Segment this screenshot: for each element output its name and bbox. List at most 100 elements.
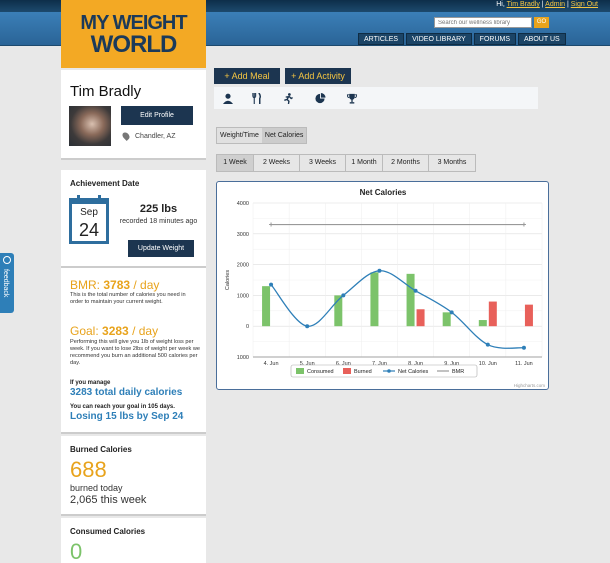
logo-line-2: WORLD	[90, 31, 178, 58]
calendar-month: Sep	[80, 207, 98, 218]
feedback-label: feedback	[2, 269, 9, 298]
range-3-months[interactable]: 3 Months	[429, 155, 475, 171]
if-manage-text: If you manage	[70, 380, 111, 386]
range-1-month[interactable]: 1 Month	[346, 155, 383, 171]
net-calories-point	[449, 310, 454, 315]
burned-today: burned today	[70, 483, 123, 493]
feedback-tab[interactable]: feedback	[0, 253, 14, 313]
feedback-icon	[3, 256, 11, 264]
profile-card: Tim Bradly Edit Profile Chandler, AZ	[61, 70, 206, 160]
admin-link[interactable]: Admin	[545, 1, 565, 8]
site-logo[interactable]: MY WEIGHT WORLD	[61, 0, 206, 68]
chart-toggle: Weight/Time Net Calories	[216, 127, 308, 144]
current-weight: 225 lbs	[139, 203, 178, 215]
range-2-weeks[interactable]: 2 Weeks	[254, 155, 300, 171]
net-calories-point	[521, 345, 526, 350]
legend-net-label: Net Calories	[398, 369, 429, 375]
toggle-weight-time[interactable]: Weight/Time	[217, 128, 262, 143]
edit-profile-button[interactable]: Edit Profile	[121, 106, 193, 125]
bmr-heading: BMR: 3783 / day	[70, 278, 159, 292]
fork-knife-icon[interactable]	[251, 93, 263, 104]
achievement-card: Achievement Date Sep 24 225 lbs recorded…	[61, 170, 206, 268]
net-calories-point	[269, 282, 274, 287]
signout-link[interactable]: Sign Out	[571, 1, 598, 8]
pie-chart-icon[interactable]	[314, 93, 326, 104]
y-axis-label: Calories	[225, 270, 231, 290]
bar-consumed	[406, 273, 415, 327]
losing-text: Losing 15 lbs by Sep 24	[70, 411, 184, 422]
bar-burned	[488, 301, 497, 327]
burned-week: 2,065 this week	[70, 494, 147, 506]
burned-title: Burned Calories	[70, 445, 132, 454]
achievement-title: Achievement Date	[70, 179, 140, 188]
bmr-point	[269, 222, 274, 227]
bar-burned	[416, 309, 425, 327]
legend-net-marker	[387, 369, 391, 373]
range-2-months[interactable]: 2 Months	[383, 155, 429, 171]
bar-consumed	[442, 312, 451, 327]
y-tick-label: 1000	[237, 355, 249, 361]
calendar-day: 24	[78, 220, 100, 240]
net-calories-point	[377, 268, 382, 273]
bmr-description: This is the total number of calories you…	[70, 292, 186, 305]
location-text: Chandler, AZ	[135, 132, 176, 140]
main-nav: ARTICLES VIDEO LIBRARY FORUMS ABOUT US	[358, 33, 566, 45]
location-pin-icon	[121, 131, 131, 141]
y-tick-label: 2000	[237, 263, 249, 269]
trophy-icon[interactable]	[346, 93, 358, 104]
runner-icon[interactable]	[282, 93, 294, 104]
legend-burned-swatch	[343, 368, 351, 374]
goal-description: Performing this will give you 1lb of wei…	[70, 339, 200, 366]
greeting: Hi,	[496, 1, 505, 8]
search-input[interactable]	[434, 17, 532, 28]
update-weight-button[interactable]: Update Weight	[128, 240, 194, 257]
user-link[interactable]: Tim Bradly	[507, 1, 540, 8]
calendar-rings	[77, 195, 101, 201]
add-activity-button[interactable]: + Add Activity	[285, 68, 351, 84]
range-3-weeks[interactable]: 3 Weeks	[300, 155, 346, 171]
chart-credit: Highcharts.com	[514, 383, 546, 388]
person-icon[interactable]	[222, 93, 234, 104]
net-calories-chart: Net Calories 4000 3000 2000 1000 0 1000 Calorie…	[216, 181, 549, 390]
bmr-unit: / day	[133, 278, 160, 292]
range-1-week[interactable]: 1 Week	[217, 155, 254, 171]
nav-video-library[interactable]: VIDEO LIBRARY	[406, 33, 472, 45]
calendar-icon: Sep 24	[69, 195, 109, 244]
x-tick-label: 10. Jun	[479, 361, 497, 367]
net-calories-point	[413, 288, 418, 293]
chart-svg: Net Calories 4000 3000 2000 1000 0 1000 Calorie…	[225, 188, 546, 388]
toggle-net-calories[interactable]: Net Calories	[261, 128, 307, 143]
nav-articles[interactable]: ARTICLES	[358, 33, 405, 45]
recorded-time: recorded 18 minutes ago	[119, 218, 198, 225]
goal-heading: Goal: 3283 / day	[70, 324, 158, 338]
add-meal-button[interactable]: + Add Meal	[214, 68, 280, 84]
icon-bar	[214, 87, 538, 109]
net-calories-point	[341, 293, 346, 298]
bmr-value: 3783	[103, 278, 131, 292]
profile-name: Tim Bradly	[70, 83, 142, 100]
bar-burned	[524, 304, 533, 327]
nav-about-us[interactable]: ABOUT US	[518, 33, 566, 45]
x-tick-label: 4. Jun	[264, 361, 279, 367]
bmr-label: BMR:	[70, 278, 100, 292]
range-selector: 1 Week 2 Weeks 3 Weeks 1 Month 2 Months …	[216, 154, 476, 172]
avatar	[69, 106, 111, 146]
bar-consumed	[478, 320, 487, 327]
y-tick-label: 4000	[237, 201, 249, 207]
consumed-calories-card: Consumed Calories 0	[61, 518, 206, 563]
bar-consumed	[262, 286, 271, 327]
bmr-point	[521, 222, 526, 227]
net-calories-point	[305, 324, 310, 329]
user-links: Hi, Tim Bradly | Admin | Sign Out	[496, 1, 598, 8]
search-go-button[interactable]: GO	[534, 17, 549, 28]
nav-forums[interactable]: FORUMS	[473, 33, 517, 45]
legend-burned-label: Burned	[354, 369, 372, 375]
consumed-value: 0	[70, 539, 83, 563]
total-daily-calories: 3283 total daily calories	[70, 387, 183, 398]
x-tick-label: 11. Jun	[515, 361, 533, 367]
location: Chandler, AZ	[121, 131, 176, 141]
legend-consumed-label: Consumed	[307, 369, 334, 375]
net-calories-point	[485, 342, 490, 347]
legend-bmr-label: BMR	[452, 369, 464, 375]
reach-goal-text: You can reach your goal in 105 days.	[70, 404, 175, 410]
